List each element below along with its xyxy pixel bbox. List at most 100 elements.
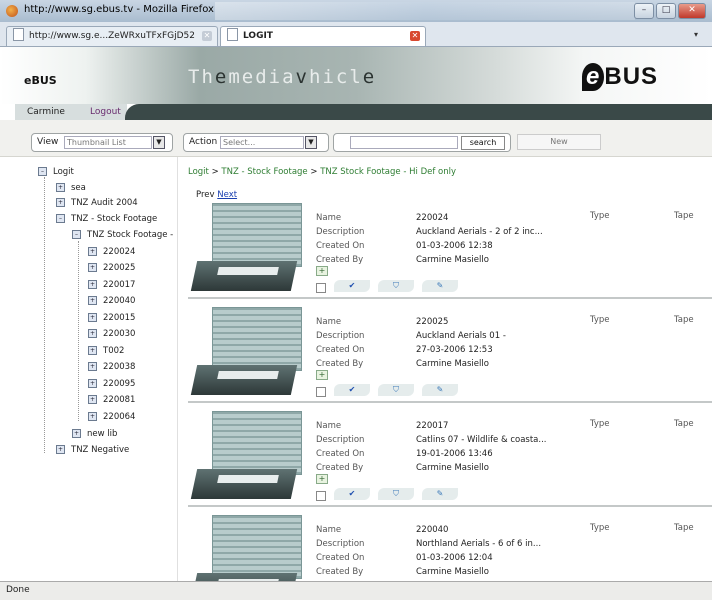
collapse-icon[interactable]: – bbox=[56, 214, 65, 223]
expand-icon[interactable]: + bbox=[88, 329, 97, 338]
expand-icon[interactable]: + bbox=[88, 280, 97, 289]
tab-logit[interactable]: LOGIT ✕ bbox=[220, 26, 426, 46]
record-thumbnail[interactable] bbox=[190, 203, 306, 299]
titlebar-blur bbox=[215, 2, 635, 20]
breadcrumb-item[interactable]: TNZ Stock Footage - Hi Def only bbox=[320, 167, 456, 177]
record-created-on: 27-03-2006 12:53 bbox=[416, 345, 493, 355]
tree-node-root[interactable]: – Logit bbox=[38, 167, 74, 177]
label-tape: Tape bbox=[674, 211, 694, 221]
add-icon[interactable]: + bbox=[316, 474, 328, 484]
expand-icon[interactable]: + bbox=[56, 445, 65, 454]
tree-leaf[interactable]: +220017 bbox=[88, 280, 135, 290]
tree-leaf[interactable]: +220064 bbox=[88, 412, 135, 422]
thumbnail-document bbox=[212, 515, 302, 579]
expand-icon[interactable]: + bbox=[88, 412, 97, 421]
expand-icon[interactable]: + bbox=[56, 198, 65, 207]
tree-node[interactable]: – TNZ - Stock Footage bbox=[56, 214, 157, 224]
record-name: 220024 bbox=[416, 213, 449, 223]
record-created-by: Carmine Masiello bbox=[416, 359, 489, 369]
breadcrumb-item[interactable]: Logit bbox=[188, 167, 209, 177]
tree-leaf[interactable]: +220030 bbox=[88, 329, 135, 339]
maximize-button[interactable]: □ bbox=[656, 3, 676, 19]
label-description: Description bbox=[316, 227, 365, 237]
expand-icon[interactable]: + bbox=[56, 183, 65, 192]
record-created-on: 01-03-2006 12:38 bbox=[416, 241, 493, 251]
select-checkbox[interactable] bbox=[316, 387, 326, 397]
record-thumbnail[interactable] bbox=[190, 307, 306, 403]
expand-icon[interactable]: + bbox=[88, 263, 97, 272]
status-bar: Done bbox=[0, 581, 712, 600]
shield-icon[interactable]: ⛉ bbox=[378, 280, 414, 292]
prev-link[interactable]: Prev bbox=[196, 190, 215, 200]
add-icon[interactable]: + bbox=[316, 266, 328, 276]
edit-pencil-icon[interactable]: ✎ bbox=[422, 384, 458, 396]
view-select[interactable]: Thumbnail List bbox=[64, 136, 152, 149]
select-checkbox[interactable] bbox=[316, 283, 326, 293]
record-thumbnail[interactable] bbox=[190, 515, 306, 581]
expand-icon[interactable]: + bbox=[88, 362, 97, 371]
close-tab-icon[interactable]: ✕ bbox=[410, 31, 420, 41]
select-checkbox[interactable] bbox=[316, 491, 326, 501]
search-button[interactable]: search bbox=[461, 136, 505, 150]
tree-node[interactable]: + sea bbox=[56, 183, 86, 193]
thumbnail-document bbox=[212, 203, 302, 267]
approve-check-icon[interactable]: ✔ bbox=[334, 280, 370, 292]
tree-leaf[interactable]: +220095 bbox=[88, 379, 135, 389]
record-row: Name Description Created On Created By 2… bbox=[188, 305, 712, 403]
expand-icon[interactable]: + bbox=[88, 313, 97, 322]
tab-ebus-url[interactable]: http://www.sg.e...ZeWRxuTFxFGjD52 ✕ bbox=[6, 26, 218, 46]
tab-list-dropdown-icon[interactable]: ▾ bbox=[694, 30, 706, 40]
tree-leaf[interactable]: +220038 bbox=[88, 362, 135, 372]
edit-pencil-icon[interactable]: ✎ bbox=[422, 280, 458, 292]
expand-icon[interactable]: + bbox=[88, 296, 97, 305]
label-created-on: Created On bbox=[316, 345, 365, 355]
record-thumbnail[interactable] bbox=[190, 411, 306, 507]
expand-icon[interactable]: + bbox=[88, 346, 97, 355]
tab-label: http://www.sg.e...ZeWRxuTFxFGjD52 bbox=[29, 31, 195, 41]
approve-check-icon[interactable]: ✔ bbox=[334, 488, 370, 500]
tree-label: 220015 bbox=[103, 313, 136, 323]
page-icon bbox=[227, 28, 238, 41]
expand-icon[interactable]: + bbox=[88, 247, 97, 256]
chevron-down-icon[interactable]: ▼ bbox=[153, 136, 165, 149]
close-window-button[interactable]: ✕ bbox=[678, 3, 706, 19]
tree-label: 220040 bbox=[103, 296, 136, 306]
minimize-button[interactable]: – bbox=[634, 3, 654, 19]
tree-node[interactable]: + TNZ Audit 2004 bbox=[56, 198, 138, 208]
new-button[interactable]: New bbox=[517, 134, 601, 150]
shield-icon[interactable]: ⛉ bbox=[378, 384, 414, 396]
tree-label: 220025 bbox=[103, 263, 136, 273]
tree-node[interactable]: – TNZ Stock Footage - bbox=[72, 230, 173, 240]
user-bar: Carmine Logout bbox=[0, 104, 712, 120]
logo-text: BUS bbox=[604, 63, 659, 90]
close-tab-icon[interactable]: ✕ bbox=[202, 31, 212, 41]
breadcrumb-item[interactable]: TNZ - Stock Footage bbox=[221, 167, 307, 177]
tree-leaf[interactable]: +220040 bbox=[88, 296, 135, 306]
tree-node[interactable]: + new lib bbox=[72, 429, 117, 439]
tagline-part: media bbox=[228, 66, 296, 88]
label-type: Type bbox=[590, 211, 610, 221]
expand-icon[interactable]: + bbox=[88, 395, 97, 404]
edit-pencil-icon[interactable]: ✎ bbox=[422, 488, 458, 500]
collapse-icon[interactable]: – bbox=[72, 230, 81, 239]
add-icon[interactable]: + bbox=[316, 370, 328, 380]
shield-icon[interactable]: ⛉ bbox=[378, 488, 414, 500]
tree-node[interactable]: + TNZ Negative bbox=[56, 445, 129, 455]
search-input[interactable] bbox=[350, 136, 458, 149]
action-select[interactable]: Select... bbox=[220, 136, 304, 149]
expand-icon[interactable]: + bbox=[88, 379, 97, 388]
approve-check-icon[interactable]: ✔ bbox=[334, 384, 370, 396]
collapse-icon[interactable]: – bbox=[38, 167, 47, 176]
window-titlebar: http://www.sg.ebus.tv - Mozilla Firefox … bbox=[0, 0, 712, 22]
expand-icon[interactable]: + bbox=[72, 429, 81, 438]
tree-guide-line bbox=[78, 241, 79, 421]
tree-leaf[interactable]: +220015 bbox=[88, 313, 135, 323]
label-type: Type bbox=[590, 523, 610, 533]
logout-link[interactable]: Logout bbox=[90, 107, 121, 117]
tree-leaf[interactable]: +220025 bbox=[88, 263, 135, 273]
chevron-down-icon[interactable]: ▼ bbox=[305, 136, 317, 149]
tree-leaf[interactable]: +220024 bbox=[88, 247, 135, 257]
next-link[interactable]: Next bbox=[217, 190, 237, 200]
tree-leaf[interactable]: +220081 bbox=[88, 395, 135, 405]
tree-leaf[interactable]: + T002 bbox=[88, 346, 124, 356]
